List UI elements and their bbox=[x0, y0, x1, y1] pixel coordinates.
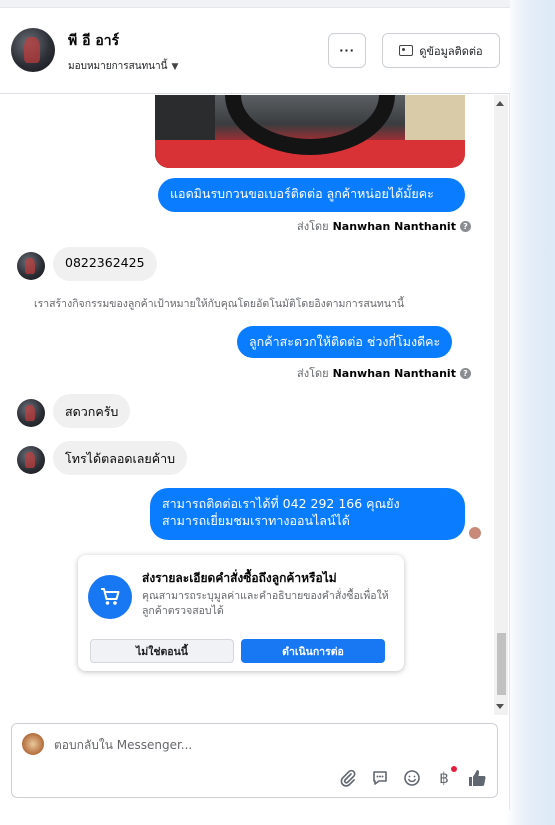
baht-icon[interactable]: ฿ bbox=[434, 766, 457, 788]
page-avatar bbox=[22, 733, 44, 755]
emoji-icon[interactable] bbox=[402, 768, 422, 788]
continue-button[interactable]: ดำเนินการต่อ bbox=[241, 639, 385, 663]
message-text: โทรได้ตลอดเลยค้าบ bbox=[65, 451, 176, 466]
order-details-prompt: ส่งรายละเอียดคำสั่งซื้อถึงลูกค้าหรือไม่ … bbox=[78, 555, 404, 671]
outgoing-message-ask-time[interactable]: ลูกค้าสะดวกให้ติดต่อ ช่วงกี่โมงดีคะ bbox=[237, 326, 453, 358]
assign-conversation-dropdown[interactable]: มอบหมายการสนทนานี้ ▼ bbox=[68, 59, 178, 74]
message-text: 0822362425 bbox=[65, 255, 145, 270]
scroll-down-arrow[interactable] bbox=[496, 704, 504, 709]
reply-composer: ฿ bbox=[11, 723, 498, 798]
outgoing-message-ask-phone[interactable]: แอดมินรบกวนขอเบอร์ติดต่อ ลูกค้าหน่อยได้ม… bbox=[158, 178, 465, 212]
incoming-message-phone[interactable]: 0822362425 bbox=[53, 247, 157, 281]
top-strip bbox=[0, 0, 510, 8]
sent-by-prefix: ส่งโดย bbox=[297, 220, 329, 233]
scroll-thumb[interactable] bbox=[497, 633, 506, 695]
conversation-header: พี อี อาร์ มอบหมายการสนทนานี้ ▼ ··· ดูข้… bbox=[0, 8, 510, 94]
incoming-message-convenient[interactable]: สดวกครับ bbox=[53, 394, 131, 428]
seen-avatar bbox=[469, 527, 481, 539]
more-icon: ··· bbox=[339, 44, 355, 57]
contact-card-icon bbox=[399, 45, 414, 56]
message-text: แอดมินรบกวนขอเบอร์ติดต่อ ลูกค้าหน่อยได้ม… bbox=[170, 186, 434, 201]
help-icon[interactable]: ? bbox=[459, 220, 471, 232]
notification-dot bbox=[451, 766, 457, 772]
cart-icon bbox=[88, 575, 132, 619]
message-thread: แอดมินรบกวนขอเบอร์ติดต่อ ลูกค้าหน่อยได้ม… bbox=[0, 95, 494, 715]
contact-avatar-small bbox=[17, 399, 45, 427]
conversation-panel: พี อี อาร์ มอบหมายการสนทนานี้ ▼ ··· ดูข้… bbox=[0, 0, 510, 810]
saved-replies-icon[interactable] bbox=[370, 768, 390, 788]
contact-name[interactable]: พี อี อาร์ bbox=[68, 30, 119, 52]
contact-avatar[interactable] bbox=[11, 28, 55, 72]
order-card-description: คุณสามารถระบุมูลค่าและคำอธิบายของคำสั่งซ… bbox=[142, 590, 389, 617]
chat-scrollbar[interactable] bbox=[494, 95, 508, 715]
assign-label: มอบหมายการสนทนานี้ bbox=[68, 61, 168, 72]
sent-by-label: ส่งโดย Nanwhan Nanthanit ? bbox=[297, 364, 471, 382]
like-icon[interactable] bbox=[467, 768, 487, 788]
help-icon[interactable]: ? bbox=[459, 367, 471, 379]
caret-down-icon: ▼ bbox=[171, 61, 179, 72]
view-contact-info-button[interactable]: ดูข้อมูลติดต่อ bbox=[382, 33, 500, 68]
order-card-title: ส่งรายละเอียดคำสั่งซื้อถึงลูกค้าหรือไม่ bbox=[142, 571, 337, 585]
view-contact-info-label: ดูข้อมูลติดต่อ bbox=[419, 44, 483, 58]
message-text: ลูกค้าสะดวกให้ติดต่อ ช่วงกี่โมงดีคะ bbox=[249, 334, 441, 349]
sent-by-label: ส่งโดย Nanwhan Nanthanit ? bbox=[297, 217, 471, 235]
message-text-line2: สามารถเยี่ยมชมเราทางออนไลน์ได้ bbox=[162, 512, 350, 528]
scroll-up-arrow[interactable] bbox=[496, 101, 504, 106]
message-text-line1: สามารถติดต่อเราได้ที่ 042 292 166 คุณยัง bbox=[162, 496, 400, 511]
more-options-button[interactable]: ··· bbox=[328, 33, 366, 68]
contact-avatar-small bbox=[17, 252, 45, 280]
message-text: สดวกครับ bbox=[65, 404, 119, 419]
sender-name: Nanwhan Nanthanit bbox=[332, 219, 456, 233]
attachment-icon[interactable] bbox=[338, 768, 358, 788]
reply-input[interactable] bbox=[54, 736, 454, 754]
not-now-button[interactable]: ไม่ใช่ตอนนี้ bbox=[90, 639, 234, 663]
contact-avatar-small bbox=[17, 446, 45, 474]
system-note: เราสร้างกิจกรรมของลูกค้าเป้าหมายให้กับคุ… bbox=[34, 298, 405, 310]
sent-by-prefix: ส่งโดย bbox=[297, 367, 329, 380]
incoming-message-anytime[interactable]: โทรได้ตลอดเลยค้าบ bbox=[53, 441, 188, 475]
shared-photo[interactable] bbox=[155, 95, 465, 168]
outgoing-message-contact-info[interactable]: สามารถติดต่อเราได้ที่ 042 292 166 คุณยัง… bbox=[150, 488, 465, 540]
sender-name: Nanwhan Nanthanit bbox=[332, 366, 456, 380]
